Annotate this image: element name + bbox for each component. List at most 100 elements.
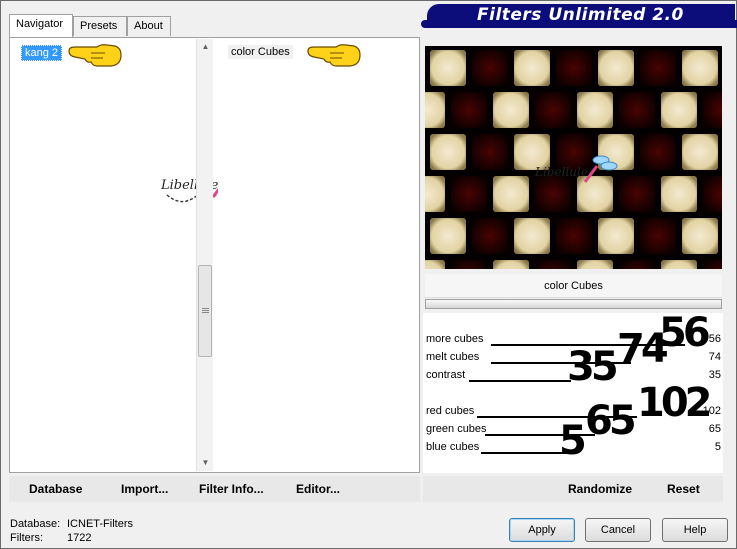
apply-button[interactable]: Apply — [509, 518, 575, 542]
import-button[interactable]: Import... — [121, 482, 168, 496]
dark-cube — [472, 218, 508, 254]
param-value: 65 — [708, 423, 721, 435]
light-cube — [425, 92, 445, 128]
dark-cube — [451, 92, 487, 128]
param-value: 35 — [708, 369, 721, 381]
overlay-number-blue-cubes: 5 — [559, 418, 587, 464]
light-cube — [598, 50, 634, 86]
param-value: 74 — [708, 351, 721, 363]
preview-zoom-slider[interactable] — [425, 299, 722, 309]
light-cube — [493, 260, 529, 269]
filters-unlimited-window: Navigator Presets About Filters Unlimite… — [0, 0, 737, 549]
scroll-thumb[interactable] — [198, 265, 212, 357]
dark-cube — [472, 50, 508, 86]
tab-presets[interactable]: Presets — [73, 16, 127, 36]
dark-cube — [472, 134, 508, 170]
category-item-selected[interactable]: kang 2 — [21, 45, 63, 61]
light-cube — [682, 134, 718, 170]
light-cube — [425, 260, 445, 269]
param-value: 56 — [708, 333, 721, 345]
preview-watermark-text: Libellule — [534, 165, 588, 179]
overlay-number-red-cubes: 102 — [637, 380, 712, 426]
light-cube — [514, 218, 550, 254]
reset-button[interactable]: Reset — [667, 482, 700, 496]
filter-list[interactable]: color Cubes — [218, 39, 416, 471]
app-title: Filters Unlimited 2.0 — [477, 5, 684, 25]
light-cube — [577, 260, 613, 269]
parameter-buttons: Randomize Reset — [423, 476, 723, 502]
light-cube — [514, 50, 550, 86]
param-slider[interactable] — [469, 380, 571, 382]
light-cube — [577, 176, 613, 212]
light-cube — [430, 50, 466, 86]
param-slider[interactable] — [481, 452, 571, 454]
overlay-number-more-cubes: 56 — [659, 310, 711, 356]
light-cube — [425, 176, 445, 212]
pointing-hand-icon — [307, 44, 361, 67]
dark-cube — [535, 260, 571, 269]
dark-cube — [703, 92, 722, 128]
dark-cube — [451, 176, 487, 212]
dark-cube — [556, 218, 592, 254]
dark-cube — [619, 260, 655, 269]
dark-cube — [640, 134, 676, 170]
scroll-down-icon[interactable]: ▼ — [197, 455, 214, 471]
cancel-button[interactable]: Cancel — [585, 518, 651, 542]
dark-cube — [535, 92, 571, 128]
light-cube — [661, 176, 697, 212]
dark-cube — [640, 218, 676, 254]
filter-name-label: color Cubes — [425, 274, 722, 298]
color-cubes-preview: Libellule — [425, 46, 722, 269]
filter-item-selected[interactable]: color Cubes — [228, 45, 293, 59]
tab-about[interactable]: About — [127, 16, 171, 36]
editor-button[interactable]: Editor... — [296, 482, 340, 496]
navigator-buttons: Database Import... Filter Info... Editor… — [9, 476, 420, 502]
database-value: ICNET-Filters — [67, 518, 133, 530]
status-info: Database: ICNET-Filters Filters: 1722 — [10, 517, 133, 545]
light-cube — [430, 218, 466, 254]
light-cube — [661, 92, 697, 128]
light-cube — [577, 92, 613, 128]
overlay-number-melt-cubes: 74 — [617, 326, 669, 372]
tab-navigator[interactable]: Navigator — [9, 14, 73, 37]
light-cube — [682, 50, 718, 86]
filters-label: Filters: — [10, 532, 43, 544]
dark-cube — [703, 260, 722, 269]
filter-info-button[interactable]: Filter Info... — [199, 482, 264, 496]
category-scrollbar[interactable]: ▲ ▼ — [196, 39, 213, 471]
overlay-number-contrast: 35 — [567, 344, 619, 390]
param-label: green cubes — [426, 423, 487, 435]
title-banner: Filters Unlimited 2.0 — [421, 4, 737, 28]
randomize-button[interactable]: Randomize — [568, 482, 632, 496]
preview-image: Libellule — [425, 46, 722, 269]
light-cube — [493, 176, 529, 212]
light-cube — [430, 134, 466, 170]
category-list[interactable]: kang 2 Libellule — [11, 39, 249, 471]
light-cube — [598, 218, 634, 254]
dark-cube — [535, 176, 571, 212]
pointing-hand-icon — [68, 44, 122, 67]
scroll-up-icon[interactable]: ▲ — [197, 39, 214, 55]
filters-value: 1722 — [67, 532, 92, 544]
navigator-panel: kang 2 Libellule ▲ ▼ color Cubes — [9, 37, 420, 473]
light-cube — [682, 218, 718, 254]
dark-cube — [619, 92, 655, 128]
dark-cube — [703, 176, 722, 212]
param-value: 5 — [714, 441, 721, 453]
param-label: red cubes — [426, 405, 475, 417]
light-cube — [493, 92, 529, 128]
help-button[interactable]: Help — [662, 518, 728, 542]
dark-cube — [556, 50, 592, 86]
param-label: contrast — [426, 369, 466, 381]
dark-cube — [451, 260, 487, 269]
light-cube — [661, 260, 697, 269]
param-label: melt cubes — [426, 351, 480, 363]
param-label: more cubes — [426, 333, 484, 345]
dark-cube — [640, 50, 676, 86]
param-label: blue cubes — [426, 441, 480, 453]
parameter-panel: more cubes 56 melt cubes 74 contrast 35 … — [423, 313, 723, 473]
database-label: Database: — [10, 518, 61, 530]
overlay-number-green-cubes: 65 — [585, 398, 637, 444]
database-button[interactable]: Database — [29, 482, 82, 496]
dark-cube — [619, 176, 655, 212]
